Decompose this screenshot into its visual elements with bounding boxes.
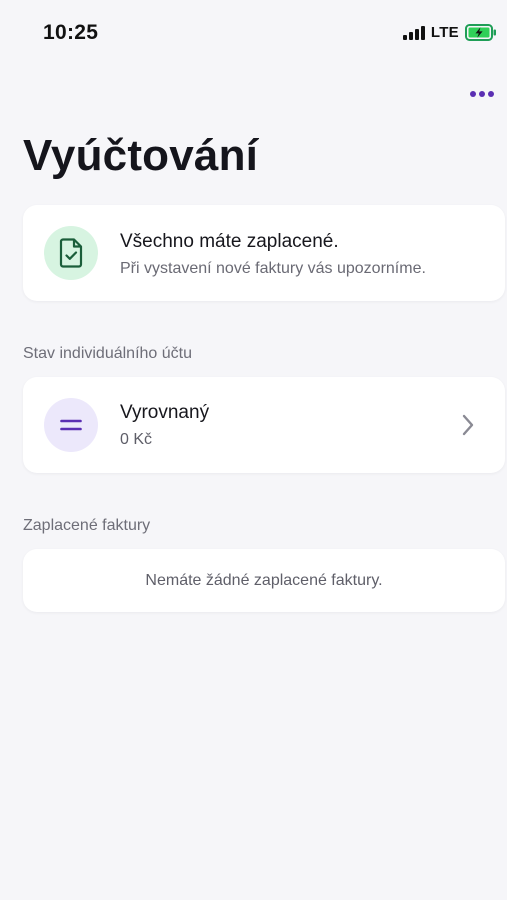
empty-invoices-message: Nemáte žádné zaplacené faktury. [145, 571, 383, 589]
equals-icon [44, 398, 98, 452]
payment-status-title: Všechno máte zaplacené. [120, 231, 339, 252]
more-options-button[interactable] [467, 84, 497, 104]
status-time: 10:25 [43, 21, 99, 44]
more-dots-icon [470, 91, 476, 97]
document-check-icon [44, 226, 98, 280]
network-type: LTE [430, 24, 459, 41]
account-balance: 0 Kč [120, 431, 153, 448]
invoices-section-label: Zaplacené faktury [23, 517, 151, 534]
account-status-row[interactable]: Vyrovnaný 0 Kč [23, 377, 505, 473]
payment-status-card: Všechno máte zaplacené. Při vystavení no… [23, 205, 505, 301]
status-bar: 10:25 LTE [0, 0, 507, 68]
battery-charging-icon [465, 24, 496, 41]
account-status-value: Vyrovnaný [120, 402, 210, 423]
paid-invoices-card: Nemáte žádné zaplacené faktury. [23, 549, 505, 612]
status-indicators: LTE [402, 24, 497, 41]
account-section-label: Stav individuálního účtu [23, 345, 192, 362]
payment-status-subtitle: Při vystavení nové faktury vás upozorním… [120, 260, 426, 277]
signal-icon [402, 25, 425, 40]
page-title: Vyúčtování [23, 131, 259, 180]
chevron-right-icon [462, 414, 474, 436]
